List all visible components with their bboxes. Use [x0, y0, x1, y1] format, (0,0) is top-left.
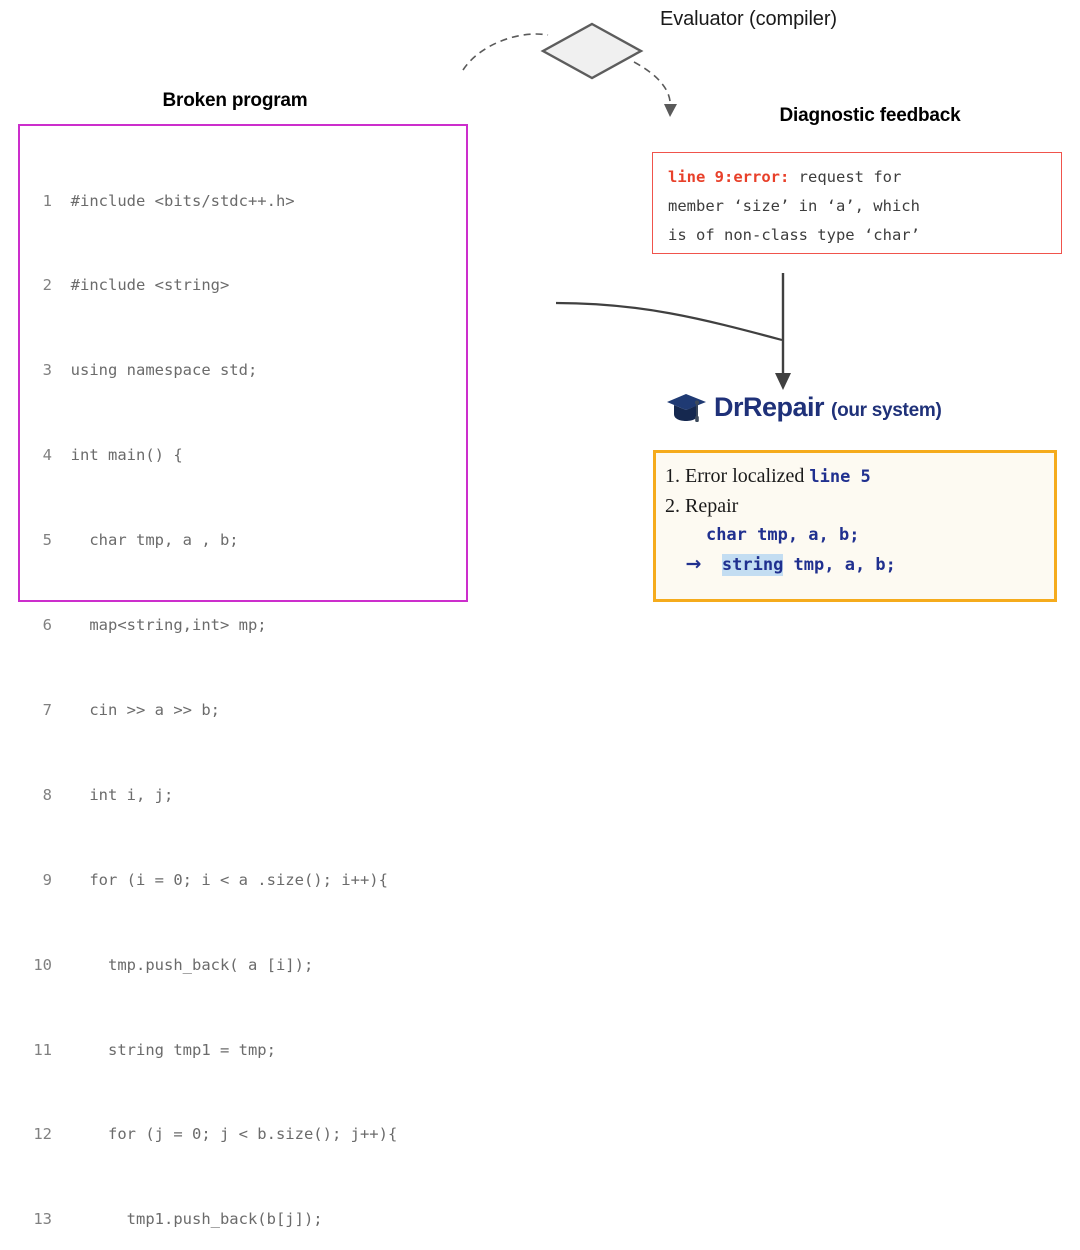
diagnostic-line2: member ‘size’ in ‘a’, which [668, 197, 920, 215]
code-line-text: for (i = 0; i < a .size(); i++){ [70, 870, 388, 889]
code-line: 4 int main() { [18, 441, 470, 469]
code-line: 6 map<string,int> mp; [18, 611, 470, 639]
code-line: 2 #include <string> [18, 271, 470, 299]
diagnostic-feedback-title: Diagnostic feedback [779, 105, 961, 126]
broken-program-title: Broken program [162, 90, 308, 111]
code-line: 8 int i, j; [18, 781, 470, 809]
code-line-number: 7 [42, 700, 52, 719]
repair-original-code: char tmp, a, b; [665, 521, 1057, 550]
dashed-arc-out [633, 61, 671, 109]
evaluator-diamond [540, 22, 644, 80]
graduation-cap-icon [667, 394, 706, 422]
drrepair-name: DrRepair [714, 392, 825, 422]
broken-program-code-lines: 1 #include <bits/stdc++.h> 2 #include <s… [18, 130, 470, 1250]
code-line-text: for (j = 0; j < b.size(); j++){ [70, 1125, 398, 1144]
code-line: 1 #include <bits/stdc++.h> [18, 187, 470, 215]
diagnostic-line3: is of non-class type ‘char’ [668, 226, 920, 244]
diagnostic-line1-rest: request for [789, 168, 902, 186]
code-line: 10 tmp.push_back( a [i]); [18, 951, 470, 979]
code-line-text: cin >> a >> b; [70, 700, 220, 719]
code-line-text: tmp1.push_back(b[j]); [70, 1210, 323, 1229]
drrepair-output-content: 1. Error localized line 5 2. Repair char… [665, 462, 1057, 580]
repair-fixed-rest: tmp, a, b; [783, 555, 896, 575]
code-line-text: #include <string> [70, 276, 230, 295]
code-line-text: tmp.push_back( a [i]); [70, 955, 314, 974]
dashed-arc-in [462, 33, 549, 71]
code-line-number: 11 [33, 1040, 52, 1059]
code-line-text: map<string,int> mp; [70, 616, 267, 635]
code-line-number: 1 [42, 191, 52, 210]
code-line-number: 3 [42, 361, 52, 380]
repair-arrow-icon: → [685, 553, 702, 575]
repair-step-1-location: line 5 [809, 467, 871, 487]
code-line: 11 string tmp1 = tmp; [18, 1036, 470, 1064]
repair-step-2: 2. Repair [665, 495, 739, 517]
code-line-text: int main() { [70, 446, 183, 465]
diagnostic-to-repair-arrowhead [775, 373, 791, 390]
figure-canvas: Evaluator (compiler) Broken program 1 #i… [0, 0, 1080, 1228]
evaluator-label: Evaluator (compiler) [660, 8, 837, 30]
code-line: 9 for (i = 0; i < a .size(); i++){ [18, 866, 470, 894]
code-line-number: 4 [42, 446, 52, 465]
repair-step-1-label: 1. Error localized [665, 465, 810, 487]
code-line-text: using namespace std; [70, 361, 258, 380]
repair-original-code-text: char tmp, a, b; [705, 525, 860, 545]
code-line-number: 12 [33, 1125, 52, 1144]
code-line: 5 char tmp, a , b; [18, 526, 470, 554]
code-line-text: int i, j; [70, 785, 174, 804]
code-line-text: #include <bits/stdc++.h> [70, 191, 295, 210]
repair-fixed-keyword: string [721, 554, 784, 576]
code-line-number: 6 [42, 616, 52, 635]
repair-step-1: 1. Error localized line 5 [665, 462, 1057, 492]
code-line: 7 cin >> a >> b; [18, 696, 470, 724]
code-line-number: 10 [33, 955, 52, 974]
code-line-number: 5 [42, 531, 52, 550]
code-line: 3 using namespace std; [18, 356, 470, 384]
code-line-number: 9 [42, 870, 52, 889]
repair-fixed-code: → string tmp, a, b; [665, 550, 1057, 580]
code-line-text: char tmp, a , b; [70, 531, 239, 550]
code-line-number: 2 [42, 276, 52, 295]
code-line: 12 for (j = 0; j < b.size(); j++){ [18, 1120, 470, 1148]
code-line-number: 8 [42, 785, 52, 804]
code-line: 13 tmp1.push_back(b[j]); [18, 1205, 470, 1233]
diagnostic-feedback-text: line 9:error: request for member ‘size’ … [668, 163, 1060, 250]
code-line-number: 13 [33, 1210, 52, 1229]
drrepair-subtitle: (our system) [831, 400, 942, 421]
code-to-repair-curve [555, 301, 783, 342]
code-line-text: string tmp1 = tmp; [70, 1040, 276, 1059]
diagnostic-error-token: line 9:error: [668, 168, 790, 186]
drrepair-header: DrRepair (our system) [666, 392, 942, 423]
